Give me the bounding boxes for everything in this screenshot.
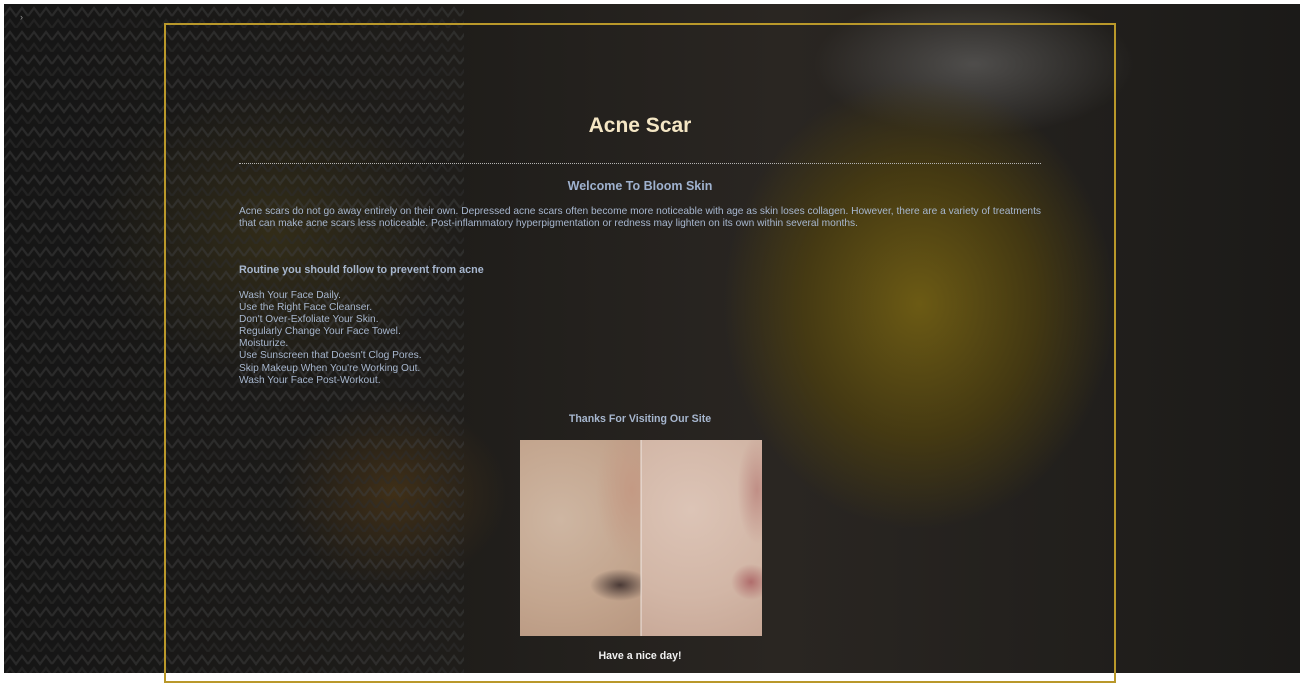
after-skin-photo [641,440,762,636]
list-item: Use Sunscreen that Doesn't Clog Pores. [239,350,422,362]
intro-paragraph: Acne scars do not go away entirely on th… [239,206,1041,229]
photo-divider [640,440,642,636]
chevron-right-icon: › [20,12,23,22]
list-item: Regularly Change Your Face Towel. [239,326,401,338]
routine-list: Wash Your Face Daily. Use the Right Face… [239,290,422,387]
list-item: Use the Right Face Cleanser. [239,302,373,314]
before-skin-photo [520,440,641,636]
list-item: Skip Makeup When You're Working Out. [239,362,421,374]
routine-heading: Routine you should follow to prevent fro… [239,264,484,276]
goodbye-text: Have a nice day! [598,650,682,662]
page-title: Acne Scar [588,114,692,137]
list-item: Don't Over-Exfoliate Your Skin. [239,314,379,326]
thanks-text: Thanks For Visiting Our Site [568,413,712,425]
before-after-image [520,440,762,636]
welcome-heading: Welcome To Bloom Skin [567,179,713,193]
title-divider [239,163,1041,164]
list-item: Wash Your Face Daily. [239,290,341,301]
list-item: Wash Your Face Post-Workout. [239,374,381,386]
list-item: Moisturize. [239,338,289,350]
